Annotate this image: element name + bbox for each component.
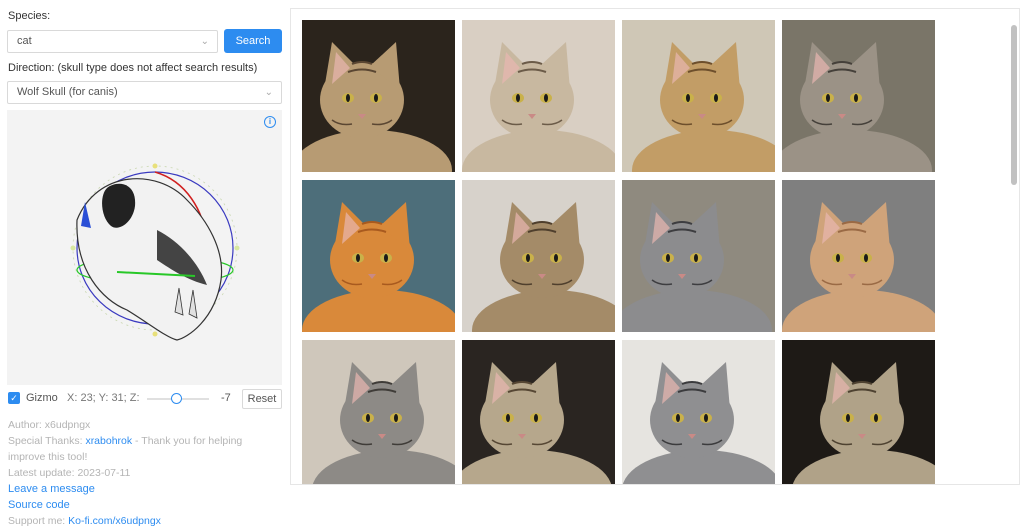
skull-model[interactable] xyxy=(76,178,223,341)
species-value: cat xyxy=(17,35,32,47)
thanks-text: Special Thanks: xrabohrok - Thank you fo… xyxy=(8,435,242,447)
thanks-suffix: - Thank you for helping xyxy=(132,435,243,447)
kofi-link[interactable]: Ko-fi.com/x6udpngx xyxy=(68,515,161,527)
info-icon[interactable]: i xyxy=(264,116,276,128)
species-select[interactable]: cat ⌄ xyxy=(7,30,218,53)
result-image-9[interactable] xyxy=(302,340,455,484)
result-image-12[interactable] xyxy=(782,340,935,484)
result-image-6[interactable] xyxy=(462,180,615,332)
thanks-text-line2: improve this tool! xyxy=(8,451,88,463)
gizmo-handle-bottom[interactable] xyxy=(152,331,158,337)
control-panel: Species: cat ⌄ Search Direction: (skull … xyxy=(0,0,290,530)
chevron-down-icon: ⌄ xyxy=(264,87,273,98)
direction-label: Direction: (skull type does not affect s… xyxy=(8,62,258,74)
z-slider-handle[interactable] xyxy=(171,393,182,404)
result-image-2[interactable] xyxy=(462,20,615,172)
reset-button[interactable]: Reset xyxy=(242,389,282,409)
species-label: Species: xyxy=(8,10,51,22)
gizmo-controls: ✓ Gizmo X: 23; Y: 31; Z: -7 Reset xyxy=(7,389,283,409)
result-image-11[interactable] xyxy=(622,340,775,484)
skull-gizmo-render[interactable] xyxy=(7,110,282,385)
latest-update-text: Latest update: 2023-07-11 xyxy=(8,467,131,479)
thanks-prefix: Special Thanks: xyxy=(8,435,86,447)
result-image-5[interactable] xyxy=(302,180,455,332)
support-prefix: Support me: xyxy=(8,515,69,527)
skull-type-value: Wolf Skull (for canis) xyxy=(17,86,118,98)
source-code-link[interactable]: Source code xyxy=(8,499,70,511)
result-image-3[interactable] xyxy=(622,20,775,172)
author-text: Author: x6udpngx xyxy=(8,419,91,431)
leave-message-link[interactable]: Leave a message xyxy=(8,483,95,495)
gizmo-handle-top[interactable] xyxy=(152,163,158,169)
result-image-4[interactable] xyxy=(782,20,935,172)
skull-type-select[interactable]: Wolf Skull (for canis) ⌄ xyxy=(7,81,282,104)
z-value: -7 xyxy=(221,392,231,404)
chevron-down-icon: ⌄ xyxy=(200,36,209,47)
rotation-readout: X: 23; Y: 31; Z: xyxy=(67,392,140,404)
gizmo-label: Gizmo xyxy=(26,392,58,404)
result-image-7[interactable] xyxy=(622,180,775,332)
skull-3d-viewer[interactable]: i xyxy=(7,110,282,385)
gizmo-handle-right[interactable] xyxy=(234,245,240,251)
gizmo-checkbox[interactable]: ✓ xyxy=(8,392,20,404)
result-image-1[interactable] xyxy=(302,20,455,172)
support-text: Support me: Ko-fi.com/x6udpngx xyxy=(8,515,161,527)
gizmo-handle-left[interactable] xyxy=(70,245,76,251)
results-panel[interactable] xyxy=(290,8,1020,485)
results-scrollbar[interactable] xyxy=(1011,25,1017,185)
thanks-name-link[interactable]: xrabohrok xyxy=(85,435,132,447)
result-image-8[interactable] xyxy=(782,180,935,332)
search-button[interactable]: Search xyxy=(224,29,282,53)
result-image-10[interactable] xyxy=(462,340,615,484)
